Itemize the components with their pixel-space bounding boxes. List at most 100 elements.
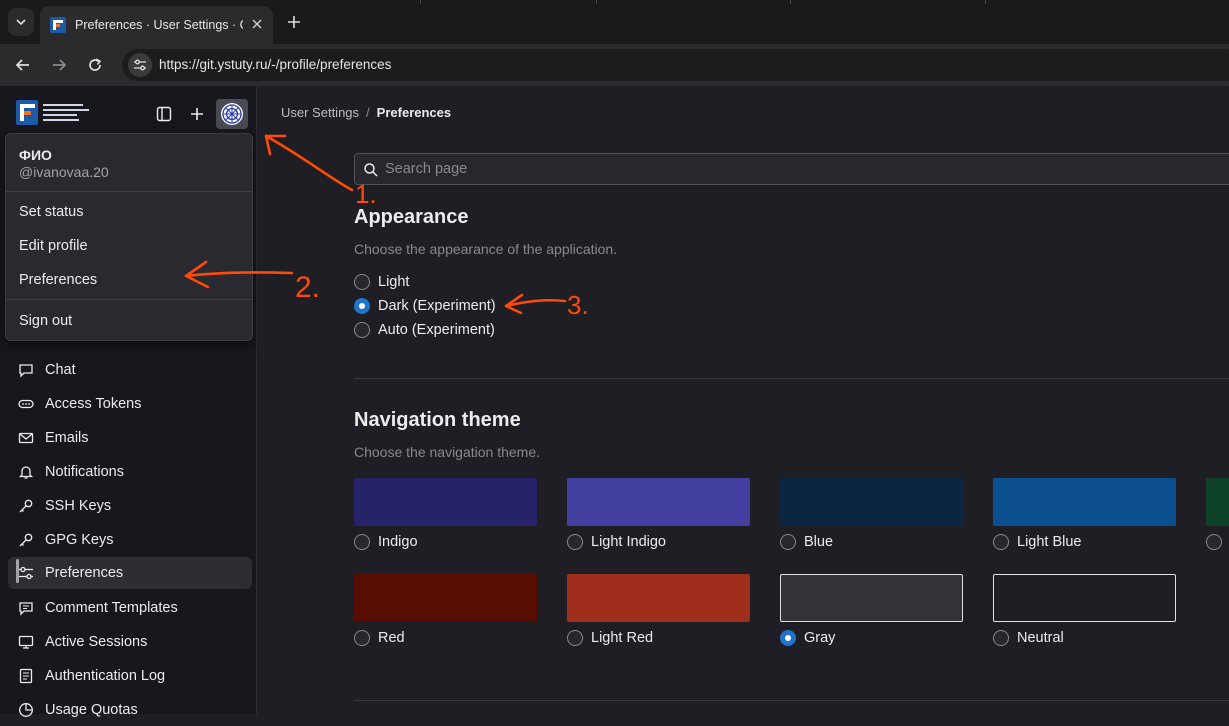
theme-swatch-neutral[interactable] <box>993 574 1176 622</box>
appearance-option-auto[interactable]: Auto (Experiment) <box>354 322 495 338</box>
url-text: https://git.ystuty.ru/-/profile/preferen… <box>159 57 392 72</box>
radio-button[interactable] <box>354 534 370 550</box>
theme-option-indigo[interactable]: Indigo <box>354 534 418 550</box>
user-username: @ivanovaa.20 <box>19 164 109 180</box>
radio-label: Indigo <box>378 534 418 550</box>
address-bar[interactable]: https://git.ystuty.ru/-/profile/preferen… <box>122 49 1229 81</box>
comment-icon <box>18 600 34 616</box>
sidebar-item-emails[interactable]: Emails <box>8 422 252 454</box>
breadcrumb-separator: / <box>366 105 370 120</box>
sidebar-item-label: SSH Keys <box>45 498 112 514</box>
forward-button[interactable] <box>47 53 71 77</box>
browser-tab-bar: Preferences · User Settings · GitL <box>0 0 1229 44</box>
radio-button[interactable] <box>354 322 370 338</box>
radio-label: Neutral <box>1017 630 1064 646</box>
back-button[interactable] <box>11 53 35 77</box>
appearance-description: Choose the appearance of the application… <box>354 241 618 257</box>
theme-option-neutral[interactable]: Neutral <box>993 630 1064 646</box>
theme-swatch-gray[interactable] <box>780 574 963 622</box>
breadcrumb-user-settings[interactable]: User Settings <box>281 105 359 120</box>
theme-swatch-indigo[interactable] <box>354 478 537 526</box>
reload-button[interactable] <box>83 53 107 77</box>
set-status-menu-item[interactable]: Set status <box>19 204 83 220</box>
preferences-menu-item[interactable]: Preferences <box>19 272 97 288</box>
theme-swatch-light-indigo[interactable] <box>567 478 750 526</box>
radio-button-checked[interactable] <box>780 630 796 646</box>
mail-icon <box>18 430 34 446</box>
sidebar-item-comment-templates[interactable]: Comment Templates <box>8 592 252 624</box>
user-avatar-button[interactable] <box>216 99 248 129</box>
sidebar-item-ssh-keys[interactable]: SSH Keys <box>8 490 252 522</box>
quota-icon <box>18 702 34 718</box>
theme-option-light-red[interactable]: Light Red <box>567 630 653 646</box>
theme-option-light-blue[interactable]: Light Blue <box>993 534 1082 550</box>
radio-button-checked[interactable] <box>354 298 370 314</box>
sidebar-item-active-sessions[interactable]: Active Sessions <box>8 626 252 658</box>
radio-button[interactable] <box>1206 534 1222 550</box>
sidebar-item-access-tokens[interactable]: Access Tokens <box>8 388 252 420</box>
theme-option-red[interactable]: Red <box>354 630 405 646</box>
radio-button[interactable] <box>354 630 370 646</box>
search-page-box[interactable] <box>354 153 1229 185</box>
user-menu-dropdown: ФИО @ivanovaa.20 Set status Edit profile… <box>5 133 253 341</box>
sidebar-item-label: Emails <box>45 430 89 446</box>
radio-label: Light Red <box>591 630 654 646</box>
sidebar-item-preferences[interactable]: Preferences <box>8 557 252 589</box>
sidebar-item-authentication-log[interactable]: Authentication Log <box>8 660 252 692</box>
appearance-option-light[interactable]: Light <box>354 274 409 290</box>
arrow-right-icon <box>53 59 67 71</box>
theme-swatch-light-blue[interactable] <box>993 478 1176 526</box>
breadcrumb-current: Preferences <box>376 105 452 120</box>
sign-out-menu-item[interactable]: Sign out <box>19 313 72 329</box>
radio-button[interactable] <box>993 630 1009 646</box>
sidebar-item-label: Access Tokens <box>45 396 142 412</box>
browser-tab-active[interactable]: Preferences · User Settings · GitL <box>40 6 273 44</box>
university-logo[interactable] <box>16 100 91 126</box>
tab-separator <box>985 0 986 4</box>
site-info-button[interactable] <box>128 53 152 77</box>
search-icon <box>364 163 378 177</box>
theme-swatch-light-red[interactable] <box>567 574 750 622</box>
bell-icon <box>18 464 34 480</box>
theme-option-blue[interactable]: Blue <box>780 534 833 550</box>
radio-label: Auto (Experiment) <box>378 322 495 338</box>
key-icon <box>18 532 34 548</box>
radio-button[interactable] <box>567 630 583 646</box>
avatar-icon <box>221 103 243 125</box>
tab-separator <box>420 0 421 4</box>
theme-option-light-indigo[interactable]: Light Indigo <box>567 534 666 550</box>
tab-close-button[interactable] <box>249 16 265 32</box>
edit-profile-menu-item[interactable]: Edit profile <box>19 238 88 254</box>
radio-label: Red <box>378 630 405 646</box>
theme-option-gray[interactable]: Gray <box>780 630 835 646</box>
radio-label: Light <box>378 274 410 290</box>
theme-swatch-red[interactable] <box>354 574 537 622</box>
reload-icon <box>89 58 102 71</box>
sidebar-item-notifications[interactable]: Notifications <box>8 456 252 488</box>
theme-option-green[interactable] <box>1206 534 1229 550</box>
active-indicator <box>16 559 19 583</box>
search-input[interactable] <box>383 154 1183 184</box>
radio-label: Light Indigo <box>591 534 666 550</box>
navigation-theme-heading: Navigation theme <box>354 409 521 431</box>
appearance-option-dark[interactable]: Dark (Experiment) <box>354 298 496 314</box>
tab-search-button[interactable] <box>8 8 34 36</box>
radio-label: Gray <box>804 630 836 646</box>
new-tab-button[interactable] <box>284 12 304 32</box>
appearance-heading: Appearance <box>354 206 469 228</box>
theme-swatch-blue[interactable] <box>780 478 963 526</box>
toggle-sidebar-button[interactable] <box>150 100 178 128</box>
theme-swatch-green[interactable] <box>1206 478 1229 526</box>
radio-button[interactable] <box>354 274 370 290</box>
sidebar-item-gpg-keys[interactable]: GPG Keys <box>8 524 252 556</box>
sidebar-item-usage-quotas[interactable]: Usage Quotas <box>8 694 252 726</box>
navigation-theme-description: Choose the navigation theme. <box>354 444 541 460</box>
radio-label: Blue <box>804 534 834 550</box>
create-new-button[interactable] <box>183 100 211 128</box>
radio-button[interactable] <box>567 534 583 550</box>
sidebar-item-chat[interactable]: Chat <box>8 354 252 386</box>
sidebar-item-label: Comment Templates <box>45 600 178 616</box>
radio-button[interactable] <box>780 534 796 550</box>
radio-button[interactable] <box>993 534 1009 550</box>
chevron-down-icon <box>16 19 26 26</box>
